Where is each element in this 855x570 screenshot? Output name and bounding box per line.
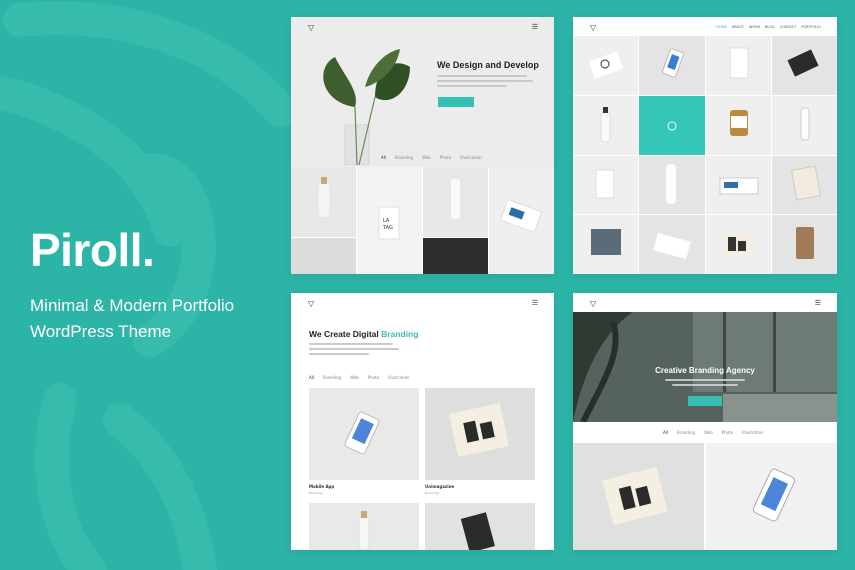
nav-home[interactable]: HOME bbox=[716, 25, 727, 29]
card-title[interactable]: Unimagazine bbox=[425, 484, 454, 489]
hamburger-menu-icon[interactable]: ☰ bbox=[532, 299, 538, 307]
filter-all[interactable]: All bbox=[663, 430, 668, 435]
grid-item-active[interactable] bbox=[639, 95, 705, 155]
filter-web[interactable]: Web bbox=[350, 375, 359, 380]
hero-cta-button[interactable] bbox=[438, 97, 474, 107]
grid-item[interactable] bbox=[573, 36, 639, 95]
grid-item[interactable] bbox=[705, 36, 771, 95]
portfolio-tile[interactable] bbox=[489, 167, 554, 274]
grid-item[interactable] bbox=[771, 95, 837, 155]
preview-home-4[interactable]: ▽ ☰ Creative Branding Agency All Brandin… bbox=[573, 293, 837, 550]
filter-illustration[interactable]: Illustration bbox=[742, 430, 763, 435]
grid-item[interactable] bbox=[705, 155, 771, 215]
nav-about[interactable]: ABOUT bbox=[732, 25, 744, 29]
grid-item[interactable] bbox=[573, 215, 639, 274]
top-navigation: HOME ABOUT WORK BLOG CONTACT PORTFOLIO bbox=[716, 25, 821, 29]
preview-home-3[interactable]: ▽ ☰ We Create Digital Branding All Brand… bbox=[291, 293, 554, 550]
brand-name: Piroll. bbox=[30, 224, 155, 276]
card-title[interactable]: Mobile App bbox=[309, 484, 334, 489]
nav-work[interactable]: WORK bbox=[749, 25, 760, 29]
nav-blog[interactable]: BLOG bbox=[765, 25, 775, 29]
tagline-line-2: WordPress Theme bbox=[30, 322, 172, 341]
portfolio-tile[interactable] bbox=[706, 443, 837, 550]
grid-item[interactable] bbox=[705, 215, 771, 274]
hero-section: ▽ ☰ We Design and Develop bbox=[291, 17, 554, 167]
hero-text-placeholder bbox=[309, 343, 399, 358]
hero-photo: Creative Branding Agency bbox=[573, 312, 837, 422]
portfolio-filters: All Branding Web Photo Illustration bbox=[381, 155, 482, 160]
portfolio-card-image[interactable] bbox=[309, 388, 419, 480]
portfolio-tile[interactable] bbox=[291, 238, 356, 274]
hero-title: Creative Branding Agency bbox=[655, 366, 755, 375]
brand-block: Piroll. Minimal & Modern Portfolio WordP… bbox=[30, 225, 234, 345]
portfolio-tile[interactable] bbox=[573, 443, 704, 550]
portfolio-grid bbox=[573, 36, 837, 274]
portfolio-card-image[interactable] bbox=[425, 388, 535, 480]
filter-photo[interactable]: Photo bbox=[722, 430, 733, 435]
filter-illustration[interactable]: Illustration bbox=[460, 155, 481, 160]
portfolio-tile[interactable] bbox=[423, 238, 488, 274]
svg-text:TAG: TAG bbox=[382, 225, 393, 231]
triangle-logo-icon[interactable]: ▽ bbox=[308, 24, 314, 32]
grid-item[interactable] bbox=[771, 155, 837, 215]
hero-title-prefix: We Create Digital bbox=[309, 329, 379, 339]
triangle-logo-icon[interactable]: ▽ bbox=[308, 300, 314, 308]
grid-item[interactable] bbox=[771, 215, 837, 274]
hero-title: We Design and Develop bbox=[437, 60, 539, 70]
brand-tagline: Minimal & Modern Portfolio WordPress The… bbox=[30, 293, 234, 345]
portfolio-card-image[interactable] bbox=[425, 503, 535, 550]
filter-web[interactable]: Web bbox=[422, 155, 431, 160]
filter-illustration[interactable]: Illustration bbox=[388, 375, 409, 380]
grid-item[interactable] bbox=[639, 155, 705, 215]
nav-portfolio[interactable]: PORTFOLIO bbox=[801, 25, 821, 29]
portfolio-tile[interactable] bbox=[423, 167, 488, 237]
card-subtitle: Branding bbox=[309, 491, 323, 495]
grid-item[interactable] bbox=[705, 95, 771, 155]
filter-photo[interactable]: Photo bbox=[440, 155, 451, 160]
filter-all[interactable]: All bbox=[309, 375, 314, 380]
svg-text:LA: LA bbox=[383, 218, 390, 224]
preview-grid[interactable]: ▽ HOME ABOUT WORK BLOG CONTACT PORTFOLIO bbox=[573, 17, 837, 274]
filter-all[interactable]: All bbox=[381, 155, 386, 160]
nav-contact[interactable]: CONTACT bbox=[780, 25, 797, 29]
portfolio-filters: All Branding Web Photo Illustration bbox=[309, 375, 410, 380]
hero-text-placeholder bbox=[665, 379, 745, 389]
portfolio-card-image[interactable] bbox=[309, 503, 419, 550]
filter-branding[interactable]: Branding bbox=[677, 430, 695, 435]
filter-web[interactable]: Web bbox=[704, 430, 713, 435]
portfolio-filters: All Branding Web Photo Illustration bbox=[663, 430, 764, 435]
hero-title: We Create Digital Branding bbox=[309, 329, 418, 339]
hamburger-menu-icon[interactable]: ☰ bbox=[815, 299, 821, 307]
card-subtitle: Branding bbox=[425, 491, 439, 495]
grid-item[interactable] bbox=[771, 36, 837, 95]
plant-photo bbox=[323, 49, 410, 165]
filter-branding[interactable]: Branding bbox=[323, 375, 341, 380]
grid-item[interactable] bbox=[573, 155, 639, 215]
grid-item[interactable] bbox=[639, 36, 705, 95]
grid-item[interactable] bbox=[573, 95, 639, 155]
filter-photo[interactable]: Photo bbox=[368, 375, 379, 380]
tagline-line-1: Minimal & Modern Portfolio bbox=[30, 296, 235, 315]
preview-home-1[interactable]: ▽ ☰ We Design and Develop All Branding W… bbox=[291, 17, 554, 274]
portfolio-tile[interactable] bbox=[291, 167, 356, 237]
promo-canvas: Piroll. Minimal & Modern Portfolio WordP… bbox=[0, 0, 855, 570]
triangle-logo-icon[interactable]: ▽ bbox=[590, 24, 596, 32]
portfolio-tile[interactable]: LA TAG bbox=[357, 167, 422, 274]
filter-branding[interactable]: Branding bbox=[395, 155, 413, 160]
triangle-logo-icon[interactable]: ▽ bbox=[590, 300, 596, 308]
hero-cta-button[interactable] bbox=[688, 396, 722, 406]
hamburger-menu-icon[interactable]: ☰ bbox=[532, 23, 538, 31]
hero-title-accent: Branding bbox=[381, 329, 419, 339]
grid-item[interactable] bbox=[639, 215, 705, 274]
hero-text-placeholder bbox=[437, 75, 533, 91]
